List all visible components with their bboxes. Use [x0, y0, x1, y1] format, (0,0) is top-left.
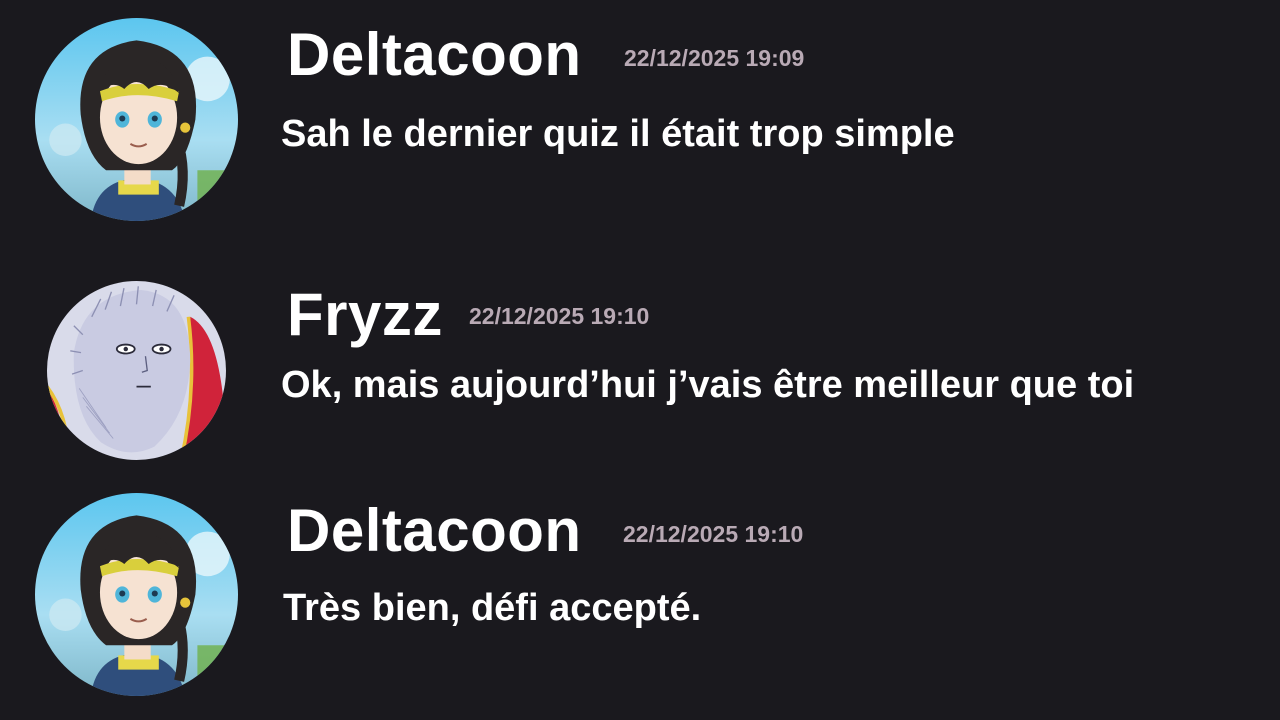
message-timestamp: 22/12/2025 19:09 — [624, 45, 805, 71]
fryzz-avatar[interactable] — [47, 281, 226, 460]
chat-message: Deltacoon 22/12/2025 19:10 Très bien, dé… — [0, 476, 1280, 706]
deltacoon-avatar[interactable] — [35, 18, 238, 221]
message-author[interactable]: Deltacoon — [287, 501, 582, 561]
message-timestamp: 22/12/2025 19:10 — [623, 521, 804, 547]
chat-log: Deltacoon 22/12/2025 19:09 Sah le dernie… — [0, 0, 1280, 720]
message-content: Sah le dernier quiz il était trop simple — [281, 113, 955, 155]
message-author[interactable]: Fryzz — [287, 285, 443, 345]
message-content: Ok, mais aujourd’hui j’vais être meilleu… — [281, 364, 1135, 406]
message-timestamp: 22/12/2025 19:10 — [469, 303, 650, 329]
deltacoon-avatar[interactable] — [35, 493, 238, 696]
message-author[interactable]: Deltacoon — [287, 25, 582, 85]
chat-message: Deltacoon 22/12/2025 19:09 Sah le dernie… — [0, 0, 1280, 230]
chat-message: Fryzz 22/12/2025 19:10 Ok, mais aujourd’… — [0, 260, 1280, 490]
message-content: Très bien, défi accepté. — [283, 587, 702, 629]
